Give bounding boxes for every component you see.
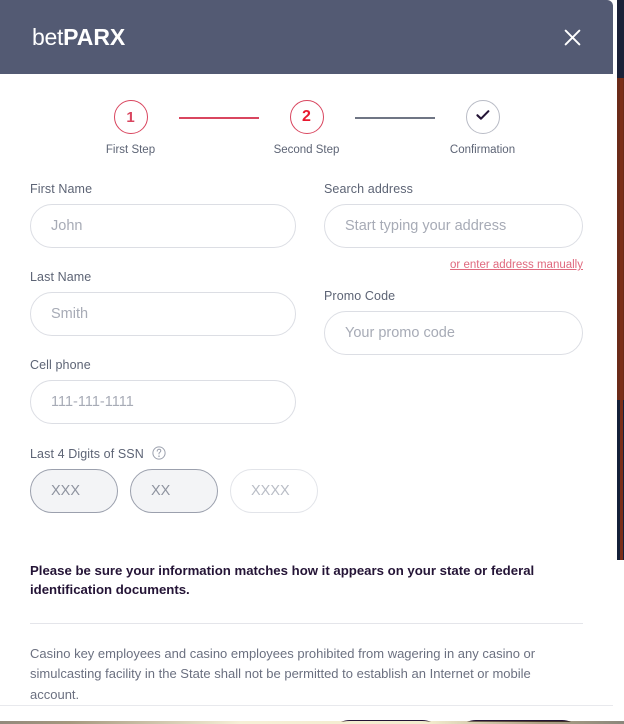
background-page-sliver-right (617, 0, 624, 724)
modal-footer: Already have an account?Login BACK CREAT… (0, 704, 613, 722)
field-search-address: Search address (324, 182, 583, 248)
promo-code-input[interactable] (324, 311, 583, 355)
check-icon (474, 106, 492, 128)
field-last-name: Last Name (30, 270, 296, 336)
step-confirmation-label: Confirmation (449, 144, 516, 156)
casino-employee-notice: Casino key employees and casino employee… (30, 646, 536, 702)
field-cell-phone: Cell phone (30, 358, 296, 424)
step-second[interactable]: 2 Second Step (259, 100, 355, 156)
step-confirmation[interactable]: Confirmation (435, 100, 531, 156)
promo-code-label: Promo Code (324, 289, 396, 303)
step-connector-1-2 (178, 117, 259, 119)
last-name-label: Last Name (30, 270, 92, 284)
ssn-label-text: Last 4 Digits of SSN (30, 447, 144, 461)
modal-header: betPARX (0, 0, 613, 74)
cell-phone-label: Cell phone (30, 358, 91, 372)
field-promo-code: Promo Code (324, 289, 583, 355)
enter-address-manually-link[interactable]: or enter address manually (450, 259, 583, 271)
first-name-input[interactable] (30, 204, 296, 248)
form-column-right: Search address or enter address manually… (324, 182, 583, 535)
ssn-box-1[interactable] (30, 469, 118, 513)
cell-phone-input[interactable] (30, 380, 296, 424)
ssn-box-2[interactable] (130, 469, 218, 513)
progress-stepper: 1 First Step 2 Second Step Confirmation (30, 74, 583, 162)
notice-divider (30, 623, 583, 625)
step-first[interactable]: 1 First Step (83, 100, 179, 156)
step-confirmation-bubble (465, 100, 500, 134)
step-first-label: First Step (105, 144, 156, 156)
ssn-label: Last 4 Digits of SSN (30, 446, 296, 461)
betparx-logo: betPARX (32, 24, 125, 51)
background-page-strip (620, 78, 623, 560)
question-mark-icon[interactable] (152, 446, 167, 460)
logo-parx-text: PARX (63, 23, 126, 50)
ssn-box-3[interactable] (230, 469, 318, 513)
manual-address-row: or enter address manually (324, 255, 583, 273)
step-connector-2-3 (354, 117, 435, 119)
logo-bet-text: bet (32, 23, 64, 50)
search-address-input[interactable] (324, 204, 583, 248)
close-icon (564, 29, 581, 46)
form-column-left: First Name Last Name Cell phone Last 4 D… (30, 182, 318, 535)
first-name-label: First Name (30, 182, 93, 196)
modal-body: 1 First Step 2 Second Step Confirmation (0, 74, 613, 705)
registration-form: First Name Last Name Cell phone Last 4 D… (30, 162, 583, 535)
search-address-label: Search address (324, 182, 413, 196)
step-first-bubble: 1 (113, 100, 148, 134)
identification-notice: Please be sure your information matches … (30, 563, 535, 598)
field-first-name: First Name (30, 182, 296, 248)
field-ssn: Last 4 Digits of SSN (30, 446, 318, 513)
ssn-input-group (30, 469, 318, 513)
step-second-bubble: 2 (289, 100, 324, 134)
registration-modal: betPARX 1 First Step 2 Second Step Confi… (0, 0, 613, 722)
close-button[interactable] (557, 22, 587, 52)
step-second-label: Second Step (273, 144, 340, 156)
last-name-input[interactable] (30, 292, 296, 336)
